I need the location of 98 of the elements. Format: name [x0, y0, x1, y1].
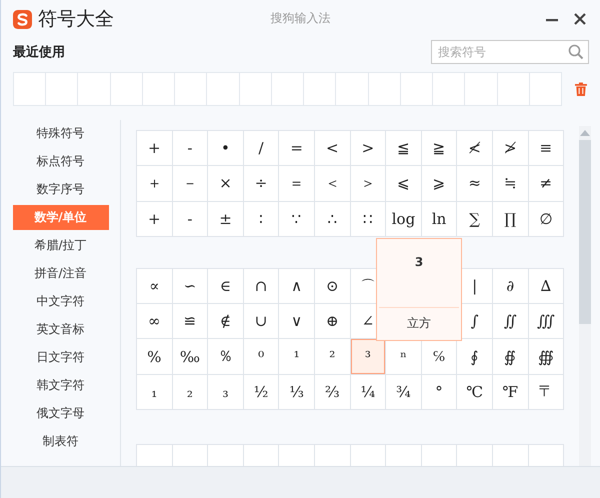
window-title: 符号大全 [38, 7, 114, 32]
symbol-cell[interactable]: ln [422, 202, 456, 236]
symbol-cell[interactable]: ∯ [492, 339, 528, 374]
scroll-up-icon[interactable] [580, 129, 590, 136]
symbol-cell[interactable]: ∽ [172, 268, 208, 304]
symbol-cell[interactable]: < [314, 131, 350, 166]
symbol-cell[interactable]: ℃ [457, 374, 492, 410]
symbol-cell[interactable]: － [172, 166, 208, 201]
symbol-cell[interactable]: ² [314, 339, 350, 374]
symbol-cell[interactable]: ∨ [279, 304, 314, 338]
symbol-cell[interactable]: ‰ [172, 339, 208, 374]
symbol-cell[interactable]: • [208, 131, 243, 166]
symbol-cell[interactable]: ÷ [244, 166, 278, 201]
category-item[interactable]: 日文字符 [12, 345, 108, 370]
scrollbar[interactable] [579, 126, 591, 466]
symbol-cell[interactable]: ％ [208, 339, 243, 374]
symbol-cell[interactable]: ≯ [492, 131, 528, 166]
symbol-cell[interactable]: ≠ [528, 166, 564, 201]
category-item[interactable]: 拼音/注音 [12, 261, 108, 286]
symbol-cell[interactable]: ¼ [350, 374, 386, 410]
symbol-cell[interactable]: ≒ [492, 166, 528, 201]
section-label: 最近使用 [13, 44, 65, 61]
trash-icon[interactable] [574, 82, 588, 96]
symbol-cell[interactable]: ½ [244, 374, 278, 410]
category-item[interactable]: 特殊符号 [12, 121, 108, 146]
search-field[interactable]: 搜索符号 [431, 40, 589, 64]
search-icon[interactable] [568, 44, 584, 60]
category-item[interactable]: 制表符 [12, 429, 108, 454]
symbol-cell[interactable]: ℅ [422, 339, 456, 374]
symbol-cell[interactable]: ∩ [244, 268, 278, 304]
symbol-cell[interactable]: ³ [350, 339, 386, 374]
symbol-cell[interactable]: ≌ [172, 304, 208, 338]
symbol-cell[interactable]: ∵ [279, 202, 314, 236]
symbol-cell[interactable]: ∅ [528, 202, 564, 236]
symbol-cell[interactable]: ≦ [386, 131, 421, 166]
symbol-cell[interactable]: × [208, 166, 243, 201]
symbol-cell[interactable]: ≡ [528, 131, 564, 166]
symbol-cell[interactable]: = [279, 131, 314, 166]
symbol-cell[interactable]: ∭ [528, 304, 564, 338]
symbol-cell[interactable]: ₁ [137, 374, 172, 410]
symbol-cell[interactable]: ∞ [137, 304, 172, 338]
symbol-cell[interactable]: ≈ [457, 166, 492, 201]
symbol-cell[interactable]: ∮ [457, 339, 492, 374]
category-item[interactable]: 韩文字符 [12, 373, 108, 398]
tooltip-name: 立方 [407, 315, 431, 332]
symbol-cell[interactable]: ₃ [208, 374, 243, 410]
symbol-cell[interactable]: ⅔ [314, 374, 350, 410]
symbol-cell[interactable]: ＞ [350, 166, 386, 201]
symbol-cell[interactable]: ＝ [279, 166, 314, 201]
symbol-cell[interactable]: 〒 [528, 374, 564, 410]
symbol-cell[interactable]: - [172, 131, 208, 166]
symbol-cell[interactable]: ∑ [457, 202, 492, 236]
symbol-cell[interactable]: + [137, 131, 172, 166]
symbol-cell[interactable]: ∏ [492, 202, 528, 236]
symbol-cell[interactable]: > [350, 131, 386, 166]
symbol-cell[interactable]: ∉ [208, 304, 243, 338]
symbol-cell[interactable]: ⩽ [386, 166, 421, 201]
tooltip-symbol: 3 [414, 254, 424, 269]
logo-icon [13, 10, 32, 28]
app-name: 搜狗输入法 [270, 11, 330, 25]
category-item[interactable]: 标点符号 [12, 149, 108, 174]
symbol-cell[interactable]: ± [208, 202, 243, 236]
category-item[interactable]: 英文音标 [12, 317, 108, 342]
symbol-cell[interactable]: ∬ [492, 304, 528, 338]
symbol-cell[interactable]: ＋ [137, 166, 172, 201]
category-item[interactable]: 中文字符 [12, 289, 108, 314]
symbol-cell[interactable]: ∂ [492, 268, 528, 304]
symbol-cell[interactable]: ℉ [492, 374, 528, 410]
symbol-cell[interactable]: ° [422, 374, 456, 410]
symbol-cell[interactable]: ∰ [528, 339, 564, 374]
symbol-cell[interactable]: ⅓ [279, 374, 314, 410]
symbol-cell[interactable]: ∧ [279, 268, 314, 304]
symbol-cell[interactable]: ＜ [314, 166, 350, 201]
symbol-cell[interactable]: ⁰ [244, 339, 278, 374]
symbol-cell[interactable]: ⊙ [314, 268, 350, 304]
symbol-cell[interactable]: + [137, 202, 172, 236]
symbol-cell[interactable]: / [244, 131, 278, 166]
symbol-cell[interactable]: ₂ [172, 374, 208, 410]
symbol-cell[interactable]: ≮ [457, 131, 492, 166]
category-item[interactable]: 希腊/拉丁 [12, 233, 108, 258]
symbol-cell[interactable]: ∈ [208, 268, 243, 304]
symbol-cell[interactable]: ∆ [528, 268, 564, 304]
symbol-cell[interactable]: ¹ [279, 339, 314, 374]
symbol-cell[interactable]: ∶ [244, 202, 278, 236]
symbol-cell[interactable]: % [137, 339, 172, 374]
symbol-cell[interactable]: ⁿ [386, 339, 421, 374]
symbol-cell[interactable]: ∴ [314, 202, 350, 236]
category-item[interactable]: 数字序号 [12, 177, 108, 202]
symbol-cell[interactable]: ⩾ [422, 166, 456, 201]
symbol-cell[interactable]: ⊕ [314, 304, 350, 338]
symbol-cell[interactable]: ¾ [386, 374, 421, 410]
symbol-cell[interactable]: - [172, 202, 208, 236]
category-item[interactable]: 俄文字母 [12, 401, 108, 426]
symbol-cell[interactable]: ≧ [422, 131, 456, 166]
symbol-cell[interactable]: ∷ [350, 202, 386, 236]
symbol-cell[interactable]: ∝ [137, 268, 172, 304]
symbol-cell[interactable]: ∪ [244, 304, 278, 338]
symbol-cell[interactable]: log [386, 202, 421, 236]
